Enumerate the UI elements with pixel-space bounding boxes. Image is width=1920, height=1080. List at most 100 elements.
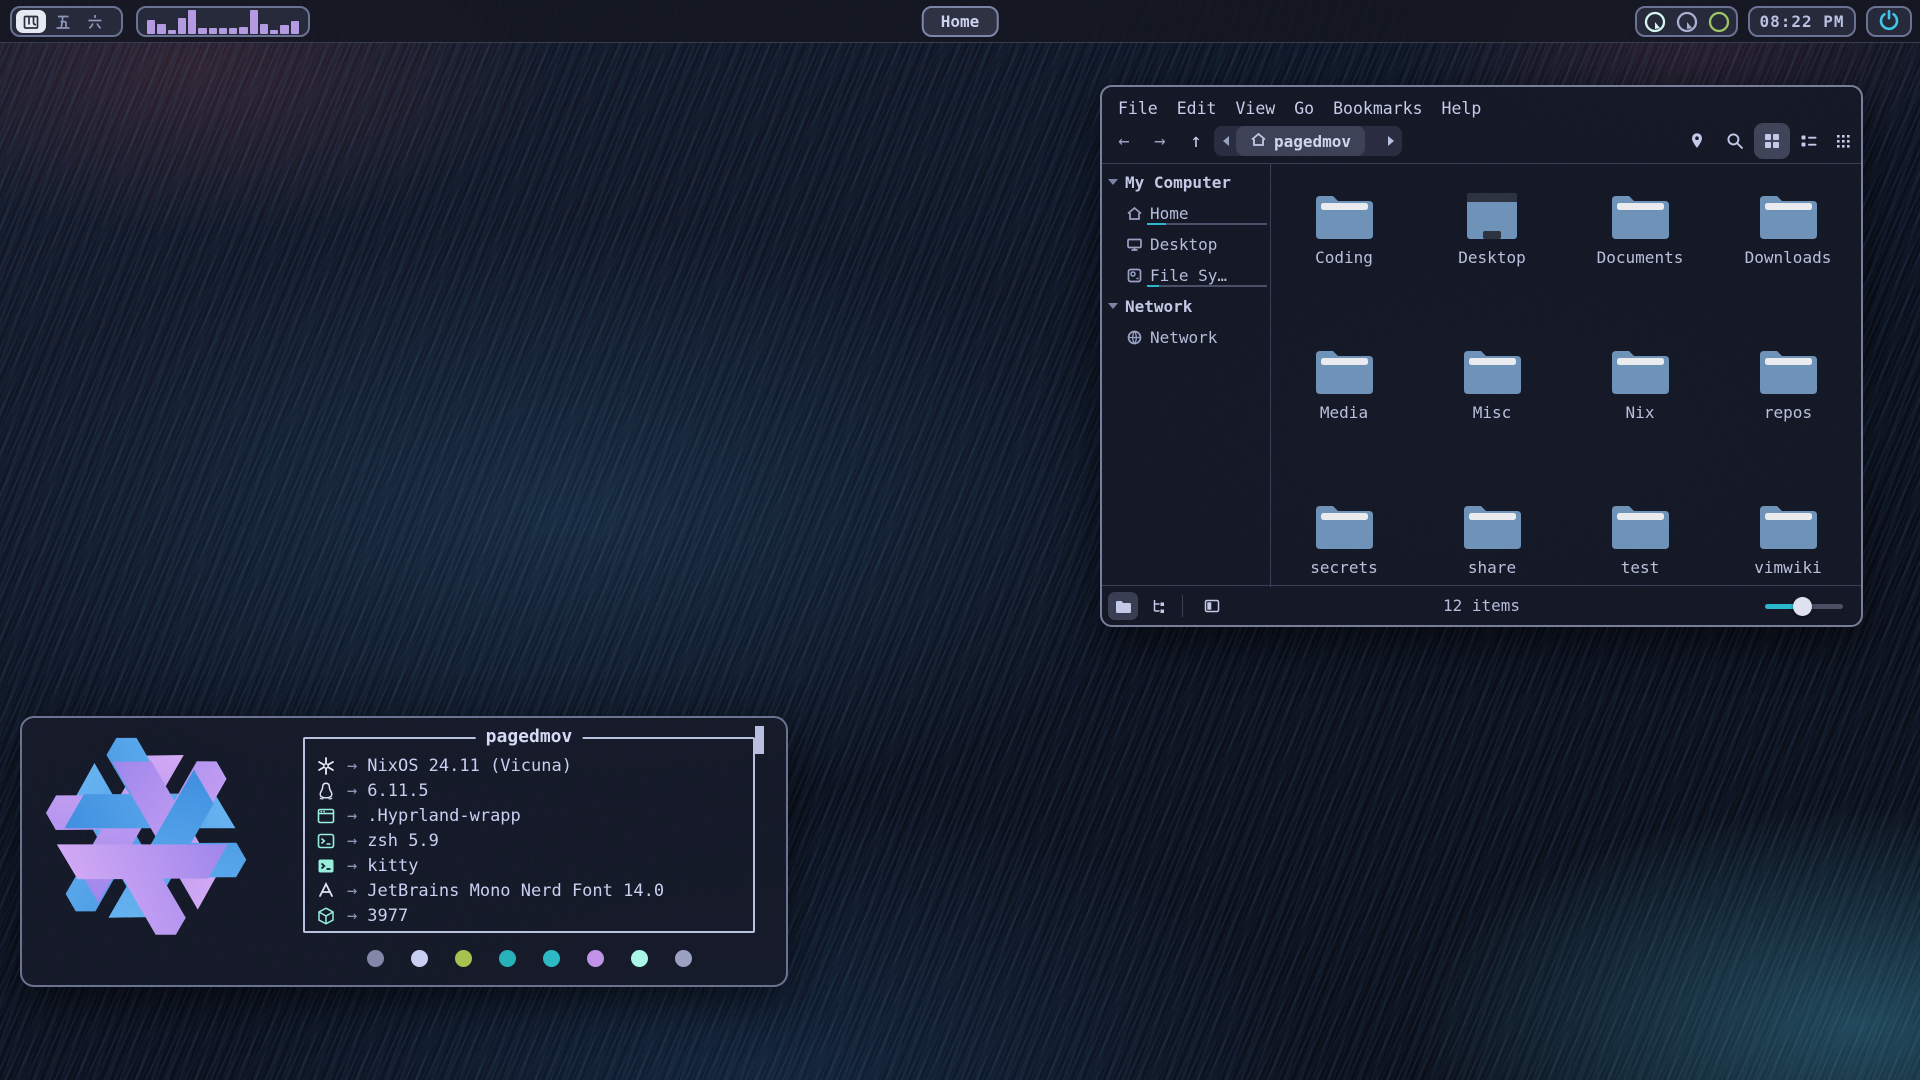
active-window-title: Home bbox=[922, 6, 999, 37]
palette-dot bbox=[675, 950, 692, 967]
visualizer-bar bbox=[229, 28, 237, 34]
circular-gauge-icon bbox=[1643, 10, 1667, 34]
toolbar: ← → ↑ pagedmov bbox=[1102, 123, 1861, 161]
sidebar-group-label: My Computer bbox=[1125, 173, 1231, 192]
visualizer-bar bbox=[147, 20, 155, 34]
folder-item-coding[interactable]: Coding bbox=[1270, 178, 1418, 328]
folder-item-desktop[interactable]: Desktop bbox=[1418, 178, 1566, 328]
folder-label: share bbox=[1468, 558, 1516, 577]
breadcrumb-segment-home[interactable]: pagedmov bbox=[1236, 126, 1365, 156]
sidebar-item-network[interactable]: Network bbox=[1102, 322, 1270, 352]
menu-item-edit[interactable]: Edit bbox=[1177, 99, 1217, 118]
folder-grid: Coding Desktop Documents Downloads MediaMisc… bbox=[1270, 164, 1862, 587]
terminal-icon bbox=[315, 856, 337, 876]
menu-item-bookmarks[interactable]: Bookmarks bbox=[1333, 99, 1422, 118]
fastfetch-value: .Hyprland-wrapp bbox=[367, 806, 521, 826]
visualizer-bar bbox=[250, 10, 258, 34]
folder-icon bbox=[1757, 190, 1819, 240]
folder-item-nix[interactable]: Nix bbox=[1566, 333, 1714, 483]
collapse-caret-icon bbox=[1108, 179, 1118, 185]
back-button[interactable]: ← bbox=[1110, 127, 1138, 155]
nix-icon bbox=[315, 756, 337, 776]
folder-label: Downloads bbox=[1745, 248, 1832, 267]
audio-visualizer-bars bbox=[147, 9, 299, 34]
folder-item-misc[interactable]: Misc bbox=[1418, 333, 1566, 483]
visualizer-bar bbox=[209, 28, 217, 34]
location-pin-button[interactable] bbox=[1684, 128, 1710, 154]
visualizer-bar bbox=[198, 28, 206, 34]
fastfetch-value: zsh 5.9 bbox=[367, 831, 439, 851]
up-button[interactable]: ↑ bbox=[1182, 127, 1210, 155]
search-button[interactable] bbox=[1722, 128, 1748, 154]
folder-label: vimwiki bbox=[1754, 558, 1821, 577]
sidebar-item-desktop[interactable]: Desktop bbox=[1102, 229, 1270, 259]
sidebar-item-label: Home bbox=[1150, 204, 1189, 223]
terminal-cursor bbox=[755, 726, 764, 754]
sidebar-group-my-computer[interactable]: My Computer bbox=[1102, 167, 1270, 197]
folder-item-media[interactable]: Media bbox=[1270, 333, 1418, 483]
slider-knob[interactable] bbox=[1793, 597, 1812, 616]
folder-icon bbox=[1609, 190, 1671, 240]
fastfetch-value: 6.11.5 bbox=[367, 781, 428, 801]
folder-icon bbox=[1757, 345, 1819, 395]
visualizer-bar bbox=[188, 10, 196, 34]
disk-usage-bar bbox=[1147, 285, 1267, 287]
clock-text: 08:22 PM bbox=[1759, 12, 1844, 31]
palette-dot bbox=[411, 950, 428, 967]
breadcrumb: pagedmov bbox=[1214, 126, 1402, 156]
folder-icon bbox=[1609, 345, 1671, 395]
menu-item-go[interactable]: Go bbox=[1294, 99, 1314, 118]
folder-item-downloads[interactable]: Downloads bbox=[1714, 178, 1862, 328]
workspace-button-四[interactable] bbox=[16, 10, 46, 33]
compact-view-button[interactable] bbox=[1830, 128, 1856, 154]
menu-item-file[interactable]: File bbox=[1118, 99, 1158, 118]
fastfetch-row: → kitty bbox=[315, 853, 664, 878]
sidebar-item-label: File Sy… bbox=[1150, 266, 1227, 285]
workspace-button-五[interactable] bbox=[48, 10, 78, 33]
power-button[interactable] bbox=[1866, 6, 1912, 37]
breadcrumb-scroll-right-icon[interactable] bbox=[1388, 136, 1394, 146]
sidebar-group-network[interactable]: Network bbox=[1102, 291, 1270, 321]
font-icon bbox=[315, 881, 337, 901]
fastfetch-value: JetBrains Mono Nerd Font 14.0 bbox=[367, 881, 664, 901]
home-icon bbox=[1126, 205, 1143, 222]
workspaces-widget[interactable] bbox=[10, 6, 123, 37]
sidebar-item-label: Desktop bbox=[1150, 235, 1217, 254]
folder-label: Desktop bbox=[1458, 248, 1525, 267]
active-window-label: Home bbox=[941, 12, 980, 31]
visualizer-bar bbox=[168, 30, 176, 34]
nixos-logo bbox=[44, 730, 252, 950]
fastfetch-value: kitty bbox=[367, 856, 418, 876]
arrow-icon: → bbox=[347, 906, 357, 926]
system-gauges-widget bbox=[1635, 6, 1738, 37]
sidebar-group-label: Network bbox=[1125, 297, 1192, 316]
terminal-window[interactable]: pagedmov →NixOS 24.11 (Vicuna)→6.11.5→.H… bbox=[20, 716, 788, 987]
folder-label: Documents bbox=[1597, 248, 1684, 267]
arrow-icon: → bbox=[347, 806, 357, 826]
folder-item-repos[interactable]: repos bbox=[1714, 333, 1862, 483]
list-view-button[interactable] bbox=[1796, 128, 1822, 154]
fastfetch-box: pagedmov →NixOS 24.11 (Vicuna)→6.11.5→.H… bbox=[303, 737, 755, 933]
breadcrumb-current-label: pagedmov bbox=[1274, 132, 1351, 151]
icon-size-slider[interactable] bbox=[1765, 604, 1843, 609]
folder-label: Coding bbox=[1315, 248, 1373, 267]
folder-item-documents[interactable]: Documents bbox=[1566, 178, 1714, 328]
menu-item-view[interactable]: View bbox=[1236, 99, 1276, 118]
forward-button[interactable]: → bbox=[1146, 127, 1174, 155]
fastfetch-row: →JetBrains Mono Nerd Font 14.0 bbox=[315, 878, 664, 903]
workspace-button-六[interactable] bbox=[80, 10, 110, 33]
fastfetch-row: →NixOS 24.11 (Vicuna) bbox=[315, 753, 664, 778]
menu-item-help[interactable]: Help bbox=[1442, 99, 1482, 118]
folder-icon bbox=[1313, 190, 1375, 240]
desktop-folder-icon bbox=[1461, 190, 1523, 240]
menubar: File Edit View Go Bookmarks Help bbox=[1118, 93, 1481, 123]
fastfetch-row: →3977 bbox=[315, 903, 664, 928]
breadcrumb-scroll-left-icon[interactable] bbox=[1223, 136, 1229, 146]
status-bar: 12 items bbox=[1102, 585, 1861, 625]
clock-widget: 08:22 PM bbox=[1748, 6, 1856, 37]
wm-icon bbox=[315, 806, 337, 826]
audio-visualizer-widget bbox=[136, 6, 310, 37]
icon-view-button[interactable] bbox=[1754, 123, 1790, 159]
folder-icon bbox=[1757, 500, 1819, 550]
arrow-icon: → bbox=[347, 856, 357, 876]
